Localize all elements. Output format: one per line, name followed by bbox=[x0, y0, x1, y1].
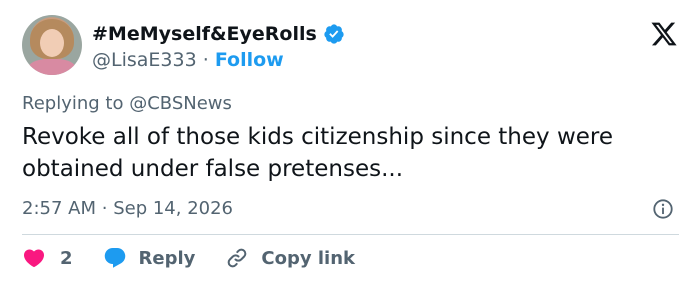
like-button[interactable]: 2 bbox=[22, 246, 73, 270]
replying-to: Replying to @CBSNews bbox=[22, 93, 232, 114]
avatar[interactable] bbox=[22, 15, 82, 75]
divider bbox=[22, 234, 679, 235]
link-icon bbox=[228, 248, 247, 268]
tweet-time: 2:57 AM bbox=[22, 198, 96, 219]
action-bar: 2 Reply Copy link bbox=[22, 246, 355, 270]
tweet-date: Sep 14, 2026 bbox=[113, 198, 234, 219]
copy-link-button[interactable]: Copy link bbox=[225, 246, 355, 270]
reply-label: Reply bbox=[138, 247, 196, 269]
tweet-meta[interactable]: 2:57 AM · Sep 14, 2026 bbox=[22, 198, 233, 219]
handle-separator: · bbox=[202, 49, 209, 71]
avatar-face bbox=[40, 29, 64, 57]
info-icon[interactable] bbox=[652, 198, 674, 220]
replying-mention[interactable]: @CBSNews bbox=[129, 93, 232, 114]
handle[interactable]: @LisaE333 bbox=[92, 49, 197, 71]
x-logo-icon[interactable] bbox=[650, 20, 678, 48]
display-name[interactable]: #MeMyself&EyeRolls bbox=[92, 22, 317, 46]
replying-prefix: Replying to bbox=[22, 93, 124, 114]
like-count: 2 bbox=[60, 247, 73, 269]
author-name-row: #MeMyself&EyeRolls bbox=[92, 22, 345, 46]
copy-link-label: Copy link bbox=[261, 247, 355, 269]
verified-badge-icon bbox=[324, 24, 344, 44]
meta-separator: · bbox=[101, 198, 108, 219]
heart-icon bbox=[23, 249, 45, 268]
follow-button[interactable]: Follow bbox=[215, 49, 284, 71]
handle-row: @LisaE333 · Follow bbox=[92, 48, 284, 72]
reply-button[interactable]: Reply bbox=[103, 246, 196, 270]
avatar-shirt bbox=[28, 59, 76, 75]
reply-bubble-icon bbox=[104, 248, 125, 268]
tweet-text: Revoke all of those kids citizenship sin… bbox=[22, 124, 614, 182]
